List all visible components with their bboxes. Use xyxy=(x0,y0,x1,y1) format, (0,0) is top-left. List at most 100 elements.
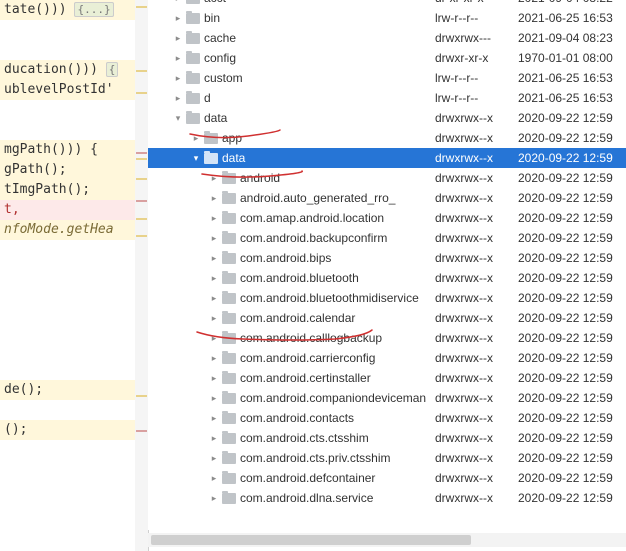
tree-row[interactable]: ▾datadrwxrwx--x2020-09-22 12:59 xyxy=(148,108,626,128)
tree-row[interactable]: ▸androiddrwxrwx--x2020-09-22 12:59 xyxy=(148,168,626,188)
chevron-right-icon[interactable]: ▸ xyxy=(208,412,220,424)
tree-row[interactable]: ▸com.android.defcontainerdrwxrwx--x2020-… xyxy=(148,468,626,488)
scrollbar-thumb[interactable] xyxy=(151,535,471,545)
tree-row[interactable]: ▸com.android.bipsdrwxrwx--x2020-09-22 12… xyxy=(148,248,626,268)
tree-row[interactable]: ▸customlrw-r--r--2021-06-25 16:53 xyxy=(148,68,626,88)
tree-row[interactable]: ▾datadrwxrwx--x2020-09-22 12:59 xyxy=(148,148,626,168)
chevron-right-icon[interactable]: ▸ xyxy=(208,272,220,284)
folder-icon xyxy=(186,93,200,104)
code-line xyxy=(0,20,148,40)
chevron-right-icon[interactable]: ▸ xyxy=(208,192,220,204)
code-line: ublevelPostId' xyxy=(0,80,148,100)
chevron-right-icon[interactable]: ▸ xyxy=(208,492,220,504)
permissions: drwxrwx--x xyxy=(435,191,507,205)
file-explorer-pane[interactable]: ▸acctdr-xr-xr-x2021-09-04 08:22▸binlrw-r… xyxy=(148,0,626,530)
tree-row[interactable]: ▸ com.android.certinstaller drwxrwx--x 2020… xyxy=(148,368,626,388)
tree-row[interactable]: ▸configdrwxr-xr-x1970-01-01 08:00 xyxy=(148,48,626,68)
tree-row[interactable]: ▸acctdr-xr-xr-x2021-09-04 08:22 xyxy=(148,0,626,8)
chevron-down-icon[interactable]: ▾ xyxy=(172,112,184,124)
tree-row[interactable]: ▸com.android.calllogbackupdrwxrwx--x2020… xyxy=(148,328,626,348)
chevron-right-icon[interactable]: ▸ xyxy=(172,92,184,104)
code-editor-pane[interactable]: tate())) {...}ducation())) {ublevelPostI… xyxy=(0,0,148,551)
tree-row[interactable]: ▸dlrw-r--r--2021-06-25 16:53 xyxy=(148,88,626,108)
tree-item-name: acct xyxy=(204,0,226,5)
folder-icon xyxy=(222,253,236,264)
chevron-right-icon[interactable]: ▸ xyxy=(208,292,220,304)
tree-row[interactable]: ▸com.android.calendardrwxrwx--x2020-09-2… xyxy=(148,308,626,328)
tree-row[interactable]: ▸com.android.bluetoothmidiservicedrwxrwx… xyxy=(148,288,626,308)
chevron-right-icon[interactable]: ▸ xyxy=(208,212,220,224)
tree-item-name: com.android.calendar xyxy=(240,311,355,325)
tree-row[interactable]: ▸appdrwxrwx--x2020-09-22 12:59 xyxy=(148,128,626,148)
chevron-right-icon[interactable]: ▸ xyxy=(190,132,202,144)
gutter-mark xyxy=(136,200,147,202)
permissions: drwxrwx--x xyxy=(435,231,507,245)
tree-item-name: data xyxy=(222,151,245,165)
folder-icon xyxy=(222,433,236,444)
chevron-right-icon[interactable]: ▸ xyxy=(208,372,220,384)
horizontal-scrollbar[interactable] xyxy=(148,533,626,547)
permissions: drwxrwx--x xyxy=(435,451,507,465)
chevron-down-icon[interactable]: ▾ xyxy=(190,152,202,164)
chevron-right-icon[interactable]: ▸ xyxy=(208,472,220,484)
folder-icon xyxy=(222,373,236,384)
gutter-mark xyxy=(136,430,147,432)
chevron-right-icon[interactable]: ▸ xyxy=(208,332,220,344)
tree-row[interactable]: ▸com.android.companiondevicemandrwxrwx--… xyxy=(148,388,626,408)
chevron-right-icon[interactable]: ▸ xyxy=(208,312,220,324)
folder-icon xyxy=(222,353,236,364)
folder-icon xyxy=(186,73,200,84)
folder-icon xyxy=(222,453,236,464)
tree-row[interactable]: ▸com.amap.android.locationdrwxrwx--x2020… xyxy=(148,208,626,228)
tree-row[interactable]: ▸binlrw-r--r--2021-06-25 16:53 xyxy=(148,8,626,28)
modified-date: 2020-09-22 12:59 xyxy=(518,431,613,445)
permissions: drwxrwx--x xyxy=(435,491,507,505)
modified-date: 2020-09-22 12:59 xyxy=(518,371,613,385)
chevron-right-icon[interactable]: ▸ xyxy=(172,32,184,44)
folder-icon xyxy=(186,13,200,24)
folder-icon xyxy=(222,473,236,484)
tree-item-name: custom xyxy=(204,71,243,85)
tree-row[interactable]: ▸com.android.backupconfirmdrwxrwx--x2020… xyxy=(148,228,626,248)
chevron-right-icon[interactable]: ▸ xyxy=(208,232,220,244)
chevron-right-icon[interactable]: ▸ xyxy=(172,12,184,24)
permissions: drwxrwx--x xyxy=(435,371,507,385)
editor-gutter xyxy=(135,0,149,551)
chevron-right-icon[interactable]: ▸ xyxy=(208,392,220,404)
tree-row[interactable]: ▸android.auto_generated_rro_drwxrwx--x20… xyxy=(148,188,626,208)
tree-item-name: com.amap.android.location xyxy=(240,211,384,225)
modified-date: 2020-09-22 12:59 xyxy=(518,191,613,205)
gutter-mark xyxy=(136,218,147,220)
chevron-right-icon[interactable]: ▸ xyxy=(208,452,220,464)
tree-row[interactable]: ▸com.android.bluetoothdrwxrwx--x2020-09-… xyxy=(148,268,626,288)
permissions: drwxrwx--x xyxy=(435,131,507,145)
code-line: tate())) {...} xyxy=(0,0,148,20)
chevron-right-icon[interactable]: ▸ xyxy=(172,72,184,84)
chevron-right-icon[interactable]: ▸ xyxy=(172,0,184,4)
tree-row[interactable]: ▸com.android.dlna.servicedrwxrwx--x2020-… xyxy=(148,488,626,508)
tree-row[interactable]: ▸cachedrwxrwx---2021-09-04 08:23 xyxy=(148,28,626,48)
tree-row[interactable]: ▸com.android.carrierconfigdrwxrwx--x2020… xyxy=(148,348,626,368)
tree-row[interactable]: ▸com.android.cts.priv.ctsshimdrwxrwx--x2… xyxy=(148,448,626,468)
chevron-right-icon[interactable]: ▸ xyxy=(208,172,220,184)
folder-icon xyxy=(222,193,236,204)
tree-row[interactable]: ▸com.android.cts.ctsshimdrwxrwx--x2020-0… xyxy=(148,428,626,448)
permissions: drwxrwx--x xyxy=(435,411,507,425)
gutter-mark xyxy=(136,92,147,94)
chevron-right-icon[interactable]: ▸ xyxy=(208,352,220,364)
gutter-mark xyxy=(136,395,147,397)
permissions: drwxrwx--x xyxy=(435,271,507,285)
chevron-right-icon[interactable]: ▸ xyxy=(172,52,184,64)
gutter-mark xyxy=(136,6,147,8)
permissions: drwxrwx--x xyxy=(435,151,507,165)
code-line xyxy=(0,260,148,280)
modified-date: 2020-09-22 12:59 xyxy=(518,251,613,265)
tree-row[interactable]: ▸com.android.contactsdrwxrwx--x2020-09-2… xyxy=(148,408,626,428)
tree-item-name: com.android.certinstaller xyxy=(240,371,371,385)
chevron-right-icon[interactable]: ▸ xyxy=(208,432,220,444)
permissions: drwxrwx--x xyxy=(435,291,507,305)
tree-item-name: com.android.backupconfirm xyxy=(240,231,387,245)
permissions: dr-xr-xr-x xyxy=(435,0,507,5)
chevron-right-icon[interactable]: ▸ xyxy=(208,252,220,264)
permissions: drwxrwx--x xyxy=(435,431,507,445)
